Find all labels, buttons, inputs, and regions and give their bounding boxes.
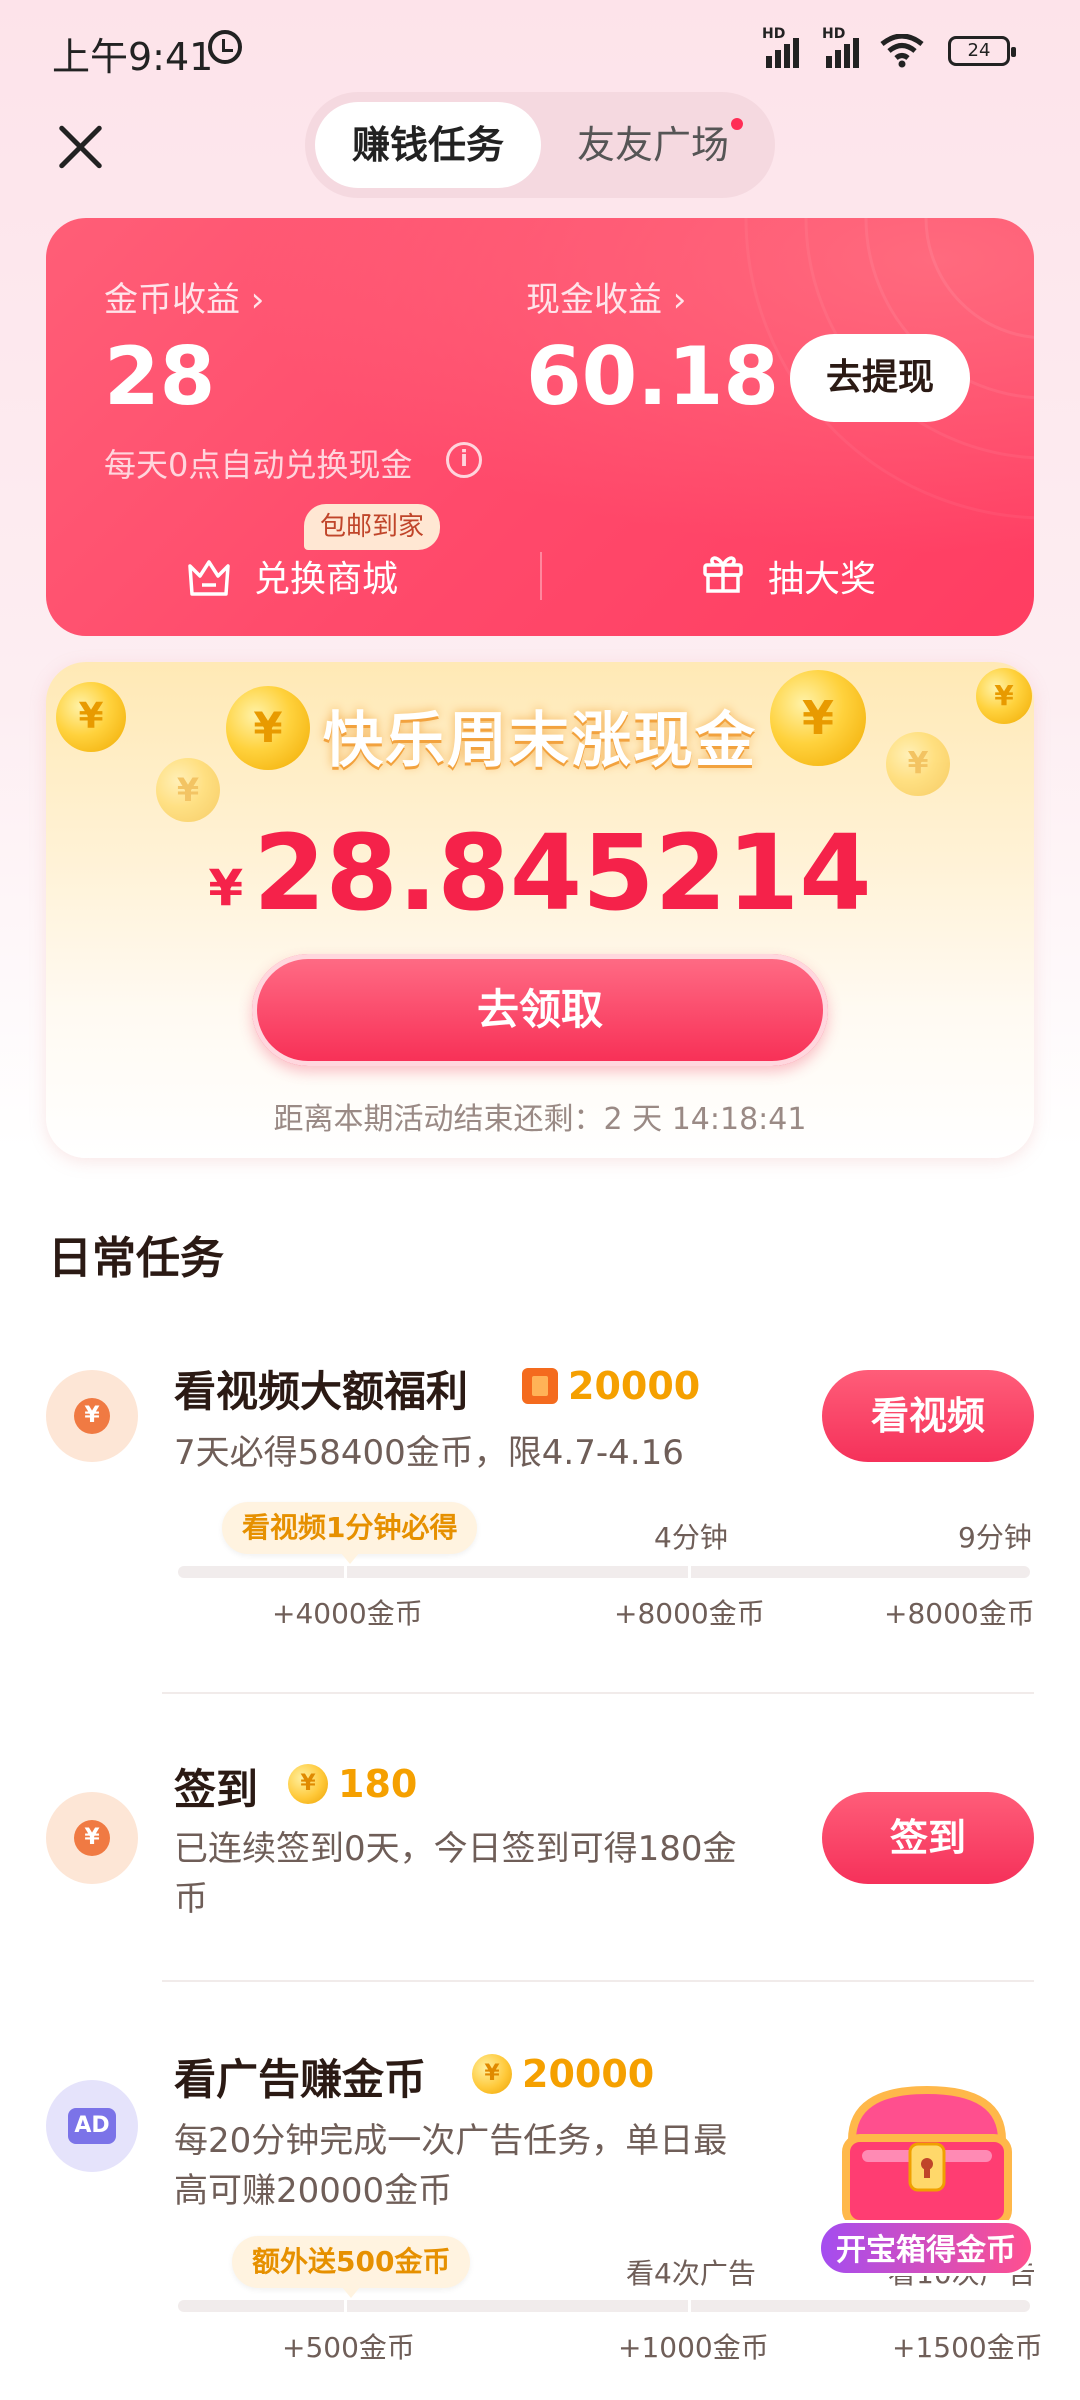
promo-amount: ¥28.845214 <box>46 812 1034 934</box>
progress-track <box>178 2300 1030 2312</box>
signal-icon <box>826 28 859 68</box>
info-icon[interactable]: i <box>446 442 482 478</box>
claim-button[interactable]: 去领取 <box>252 954 828 1066</box>
task-reward: ¥ 20000 <box>472 2052 654 2096</box>
amount-value: 28.845214 <box>253 812 872 934</box>
milestone-reward: +500金币 <box>282 2331 415 2364</box>
watch-video-button[interactable]: 看视频 <box>822 1370 1034 1462</box>
treasure-chest-icon <box>842 2085 1012 2228</box>
reward-amount: 180 <box>338 1762 418 1806</box>
milestone-reward: +1000金币 <box>618 2331 769 2364</box>
weekend-cash-card: ¥ ¥ ¥ ¥ ¥ ¥ 快乐周末涨现金 ¥28.845214 去领取 距离本期活… <box>46 662 1034 1158</box>
track-tick <box>688 1566 691 1578</box>
progress-tip: 额外送500金币 <box>232 2236 471 2298</box>
task-name: 签到 <box>174 1765 259 1814</box>
shop-label: 兑换商城 <box>254 559 399 600</box>
milestone-reward: +1500金币 <box>892 2331 1043 2364</box>
status-time: 上午9:41 <box>52 35 214 79</box>
exchange-note: 每天0点自动兑换现金 <box>104 446 413 484</box>
free-shipping-badge: 包邮到家 <box>304 504 441 550</box>
ad-label: AD <box>68 2108 116 2144</box>
task-name: 看广告赚金币 <box>174 2055 427 2104</box>
task-description-line: 币 <box>174 1879 208 1919</box>
milestone-label: 4分钟 <box>654 1521 728 1554</box>
chest-label: 开宝箱得金币 <box>818 2220 1034 2276</box>
ad-icon: AD <box>46 2080 138 2172</box>
tab-earn-tasks[interactable]: 赚钱任务 <box>315 102 541 188</box>
tab-bar: 赚钱任务 友友广场 <box>305 92 775 198</box>
section-title: 日常任务 <box>48 1233 224 1284</box>
coin-earnings-value: 28 <box>104 330 216 423</box>
reward-amount: 20000 <box>522 2052 655 2096</box>
gift-icon <box>700 549 746 604</box>
yen-coin-icon: ¥ <box>46 1370 138 1462</box>
close-button[interactable] <box>50 116 110 176</box>
shop-icon <box>186 554 232 598</box>
check-in-button[interactable]: 签到 <box>822 1792 1034 1884</box>
track-tick <box>688 2300 691 2312</box>
progress-track <box>178 1566 1030 1578</box>
lottery-button[interactable]: 抽大奖 <box>700 546 876 606</box>
yen-icon: ¥ <box>74 1820 110 1856</box>
currency-symbol: ¥ <box>208 859 244 917</box>
exchange-shop-button[interactable]: 兑换商城 <box>186 546 398 606</box>
milestone-reward: +4000金币 <box>272 1597 423 1630</box>
coin-icon: ¥ <box>472 2054 512 2094</box>
cash-earnings-link[interactable]: 现金收益 › <box>526 272 686 321</box>
status-bar: 上午9:41 HD HD 24 <box>0 0 1080 100</box>
track-tick <box>344 1566 347 1578</box>
notification-dot <box>731 118 743 130</box>
signal-icon <box>766 28 799 68</box>
battery-icon: 24 <box>948 36 1016 66</box>
coin-icon: ¥ <box>288 1764 328 1804</box>
alarm-icon <box>208 30 242 64</box>
track-tick <box>344 2300 347 2312</box>
coin-earnings-link[interactable]: 金币收益 › <box>104 272 264 321</box>
withdraw-button[interactable]: 去提现 <box>790 334 970 422</box>
divider <box>540 552 542 600</box>
reward-amount: 20000 <box>568 1364 701 1408</box>
divider <box>162 1692 1034 1694</box>
tab-friends-square[interactable]: 友友广场 <box>555 102 751 188</box>
wifi-icon <box>880 33 924 77</box>
treasure-chest-button[interactable]: 开宝箱得金币 <box>818 2080 1034 2276</box>
milestone-label: 看4次广告 <box>626 2257 756 2290</box>
red-packet-icon <box>522 1368 558 1404</box>
task-name: 看视频大额福利 <box>174 1367 469 1416</box>
task-description-line: 高可赚20000金币 <box>174 2171 453 2211</box>
yen-coin-icon: ¥ <box>46 1792 138 1884</box>
cash-earnings-value: 60.18 <box>526 330 780 423</box>
divider <box>162 1980 1034 1982</box>
task-description-line: 每20分钟完成一次广告任务，单日最 <box>174 2121 728 2161</box>
progress-tip: 看视频1分钟必得 <box>222 1502 478 1564</box>
task-description: 7天必得58400金币，限4.7-4.16 <box>174 1433 684 1473</box>
promo-title: 快乐周末涨现金 <box>323 706 757 776</box>
milestone-label: 9分钟 <box>958 1521 1032 1554</box>
yen-icon: ¥ <box>74 1398 110 1434</box>
task-reward: 20000 <box>522 1364 700 1408</box>
task-description-line: 已连续签到0天，今日签到可得180金 <box>174 1829 737 1869</box>
task-reward: ¥ 180 <box>288 1762 417 1806</box>
milestone-reward: +8000金币 <box>884 1597 1035 1630</box>
countdown-text: 距离本期活动结束还剩：2 天 14:18:41 <box>273 1102 807 1137</box>
lottery-label: 抽大奖 <box>768 559 877 600</box>
tab-label: 友友广场 <box>576 123 729 167</box>
earnings-card: 金币收益 › 28 现金收益 › 60.18 去提现 每天0点自动兑换现金 i … <box>46 218 1034 636</box>
milestone-reward: +8000金币 <box>614 1597 765 1630</box>
